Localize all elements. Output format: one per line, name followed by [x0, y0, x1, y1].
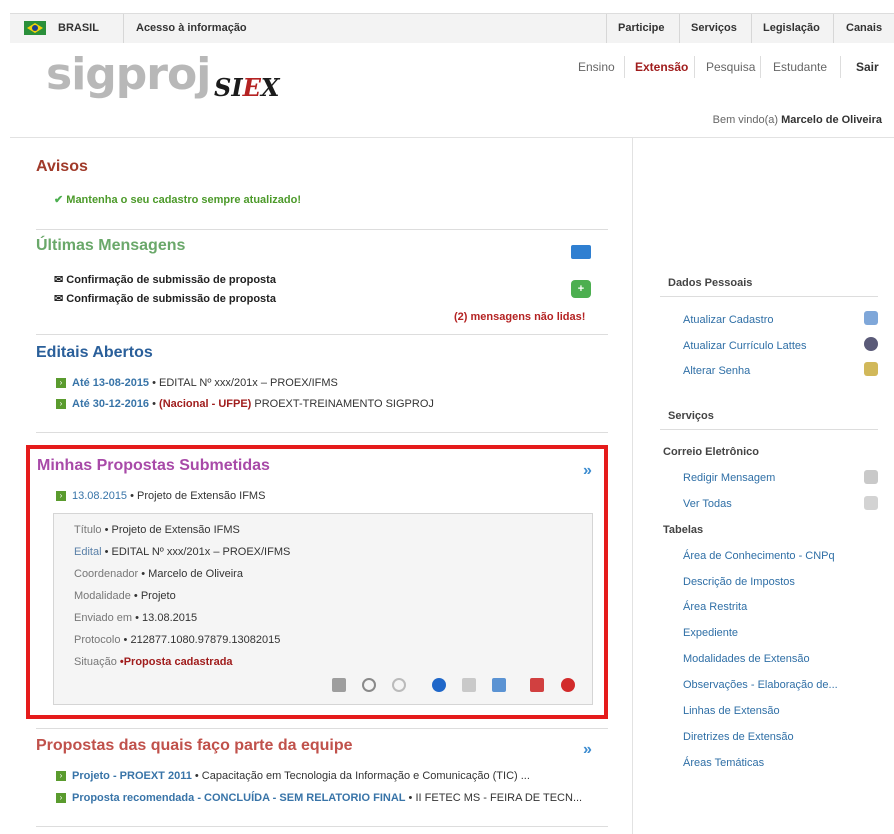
- legislacao-link[interactable]: Legislação: [763, 14, 820, 43]
- bullet-icon: ›: [56, 771, 66, 782]
- detail-modalidade: Modalidade • Projeto: [74, 590, 176, 602]
- sidebar: [632, 138, 894, 834]
- info-icon[interactable]: [432, 678, 446, 692]
- tabela-link[interactable]: Linhas de Extensão: [683, 705, 780, 717]
- tabela-link[interactable]: Observações - Elaboração de...: [683, 679, 838, 691]
- equipe-title: Propostas das quais faço parte da equipe: [36, 737, 353, 754]
- detail-protocolo: Protocolo • 212877.1080.97879.13082015: [74, 634, 281, 646]
- servicos-title: Serviços: [668, 410, 714, 422]
- bullet-icon: ›: [56, 491, 66, 502]
- detail-situacao: Situação •Proposta cadastrada: [74, 656, 233, 668]
- check-icon[interactable]: [462, 678, 476, 692]
- new-message-icon[interactable]: +: [571, 280, 591, 298]
- top-nav: Ensino Extensão Pesquisa Estudante Sair: [494, 52, 894, 82]
- avisos-title: Avisos: [36, 158, 88, 175]
- document-icon[interactable]: [332, 678, 346, 692]
- welcome-message: Bem vindo(a) Marcelo de Oliveira: [712, 114, 882, 126]
- bullet-icon: ›: [56, 378, 66, 389]
- tabela-link[interactable]: Expediente: [683, 627, 738, 639]
- detail-enviado: Enviado em • 13.08.2015: [74, 612, 198, 624]
- tabela-link[interactable]: Áreas Temáticas: [683, 757, 764, 769]
- edital-item[interactable]: › Até 30-12-2016 • (Nacional - UFPE) PROE…: [56, 398, 434, 410]
- brazil-flag-icon: [24, 21, 46, 35]
- gov-bar: BRASIL Acesso à informação Participe Ser…: [10, 13, 894, 44]
- proposal-item[interactable]: › 13.08.2015 • Projeto de Extensão IFMS: [56, 490, 265, 502]
- envelope-icon[interactable]: [571, 245, 591, 259]
- dados-pessoais-title: Dados Pessoais: [668, 277, 753, 289]
- delete-icon[interactable]: [561, 678, 575, 692]
- servicos-link[interactable]: Serviços: [691, 14, 737, 43]
- sigproj-logo[interactable]: sigproj SIEX: [46, 49, 279, 102]
- editais-abertos-title: Editais Abertos: [36, 344, 153, 361]
- proposal-details: Título • Projeto de Extensão IFMS Edital…: [53, 513, 593, 705]
- message-icon: ✉: [54, 274, 64, 286]
- nav-estudante[interactable]: Estudante: [773, 52, 827, 82]
- expand-chevron-icon[interactable]: »: [583, 741, 592, 759]
- search-icon[interactable]: [362, 678, 376, 692]
- edital-item[interactable]: › Até 13-08-2015 • EDITAL Nº xxx/201x – P…: [56, 377, 338, 389]
- detail-titulo: Título • Projeto de Extensão IFMS: [74, 524, 240, 536]
- tabela-link[interactable]: Área Restrita: [683, 601, 747, 613]
- site-header: sigproj SIEX Ensino Extensão Pesquisa Es…: [10, 43, 894, 138]
- clipboard-icon[interactable]: [530, 678, 544, 692]
- nav-sair[interactable]: Sair: [856, 52, 879, 82]
- tabela-link[interactable]: Área de Conhecimento - CNPq: [683, 550, 835, 562]
- tabela-link[interactable]: Diretrizes de Extensão: [683, 731, 794, 743]
- key-icon[interactable]: [864, 362, 878, 376]
- unread-messages-count[interactable]: (2) mensagens não lidas!: [454, 311, 585, 323]
- message-item[interactable]: ✉ Confirmação de submissão de proposta: [54, 273, 276, 286]
- search-disabled-icon[interactable]: [392, 678, 406, 692]
- equipe-item[interactable]: › Proposta recomendada - CONCLUÍDA - SEM …: [56, 792, 582, 804]
- siex-logo: SIEX: [214, 73, 280, 102]
- expand-chevron-icon[interactable]: »: [583, 462, 592, 480]
- mail-icon[interactable]: [864, 496, 878, 510]
- ver-todas-link[interactable]: Ver Todas: [683, 498, 732, 510]
- atualizar-lattes-link[interactable]: Atualizar Currículo Lattes: [683, 340, 807, 352]
- bullet-icon: ›: [56, 793, 66, 804]
- alterar-senha-link[interactable]: Alterar Senha: [683, 365, 750, 377]
- canais-link[interactable]: Canais: [846, 14, 882, 43]
- copy-icon[interactable]: [492, 678, 506, 692]
- checkmark-icon: ✔: [54, 194, 64, 206]
- detail-edital: Edital • EDITAL Nº xxx/201x – PROEX/IFMS: [74, 546, 291, 558]
- bullet-icon: ›: [56, 399, 66, 410]
- brasil-link[interactable]: BRASIL: [58, 14, 99, 43]
- participe-link[interactable]: Participe: [618, 14, 664, 43]
- tabela-link[interactable]: Modalidades de Extensão: [683, 653, 810, 665]
- tabela-link[interactable]: Descrição de Impostos: [683, 576, 795, 588]
- correio-title: Correio Eletrônico: [663, 446, 759, 458]
- message-item[interactable]: ✉ Confirmação de submissão de proposta: [54, 292, 276, 305]
- message-icon: ✉: [54, 293, 64, 305]
- nav-ensino[interactable]: Ensino: [578, 52, 615, 82]
- nav-pesquisa[interactable]: Pesquisa: [706, 52, 755, 82]
- compose-icon[interactable]: [864, 470, 878, 484]
- redigir-mensagem-link[interactable]: Redigir Mensagem: [683, 472, 775, 484]
- aviso-item: ✔ Mantenha o seu cadastro sempre atualiz…: [54, 194, 302, 206]
- id-card-icon[interactable]: [864, 311, 878, 325]
- detail-coordenador: Coordenador • Marcelo de Oliveira: [74, 568, 243, 580]
- nav-extensao[interactable]: Extensão: [635, 52, 688, 82]
- equipe-item[interactable]: › Projeto - PROEXT 2011 • Capacitação em …: [56, 770, 530, 782]
- acesso-informacao-link[interactable]: Acesso à informação: [136, 14, 247, 43]
- tabelas-title: Tabelas: [663, 524, 704, 536]
- ultimas-mensagens-title: Últimas Mensagens: [36, 237, 186, 254]
- minhas-propostas-title: Minhas Propostas Submetidas: [37, 457, 270, 474]
- atualizar-cadastro-link[interactable]: Atualizar Cadastro: [683, 314, 774, 326]
- sigproj-wordmark: sigproj: [46, 49, 211, 100]
- lattes-icon[interactable]: [864, 337, 878, 351]
